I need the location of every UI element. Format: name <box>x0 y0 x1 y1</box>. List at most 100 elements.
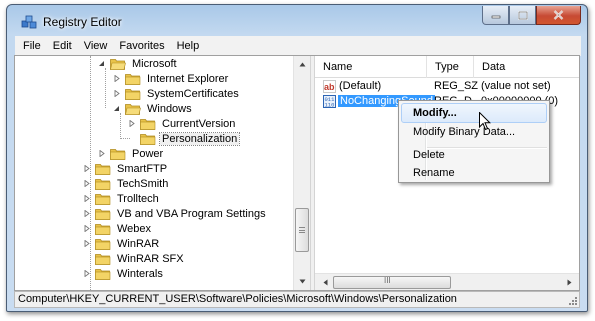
tree-node-label: SmartFTP <box>117 162 168 175</box>
scroll-left-arrow-icon <box>323 279 327 286</box>
folder-icon <box>95 163 111 175</box>
minimize-button[interactable] <box>482 6 509 25</box>
column-header-data[interactable]: Data <box>474 56 579 78</box>
tree-node-personalization[interactable]: Personalization <box>140 131 241 146</box>
tree-node-label: Windows <box>147 102 192 115</box>
menu-item-modify-binary-data[interactable]: Modify Binary Data... <box>401 122 547 142</box>
menu-help[interactable]: Help <box>171 36 206 56</box>
tree-node-systemcertificates[interactable]: SystemCertificates <box>112 86 241 101</box>
collapsed-arrow-icon[interactable] <box>82 194 91 203</box>
tree-guide-line <box>105 68 106 108</box>
registry-tree[interactable]: Microsoft Internet Explorer SystemCertif… <box>15 56 310 290</box>
tree-node-microsoft[interactable]: Microsoft <box>97 56 179 71</box>
tree-node-winrar-sfx[interactable]: WinRAR SFX <box>95 251 186 266</box>
title-bar[interactable]: Registry Editor <box>7 5 587 35</box>
menu-item-rename[interactable]: Rename <box>401 163 547 183</box>
scroll-thumb[interactable] <box>295 208 309 252</box>
tree-node-techsmith[interactable]: TechSmith <box>82 176 170 191</box>
collapsed-arrow-icon[interactable] <box>127 119 136 128</box>
mouse-cursor-icon <box>479 112 491 131</box>
folder-icon <box>125 73 141 85</box>
window-title: Registry Editor <box>43 15 122 29</box>
tree-node-label: Power <box>132 147 164 160</box>
svg-text:ab: ab <box>324 82 335 92</box>
folder-icon <box>95 223 111 235</box>
collapsed-arrow-icon[interactable] <box>82 224 91 233</box>
tree-node-label: WinRAR <box>117 237 160 250</box>
folder-icon <box>95 193 111 205</box>
collapsed-arrow-icon[interactable] <box>97 149 106 158</box>
scroll-right-button[interactable] <box>561 274 577 290</box>
collapsed-arrow-icon[interactable] <box>82 269 91 278</box>
column-header-name[interactable]: Name <box>315 56 427 78</box>
folder-icon <box>95 253 111 265</box>
tree-node-internet-explorer[interactable]: Internet Explorer <box>112 71 230 86</box>
folder-open-icon <box>125 103 141 115</box>
tree-node-label: VB and VBA Program Settings <box>117 207 266 220</box>
tree-node-webex[interactable]: Webex <box>82 221 153 236</box>
tree-node-label-selected: Personalization <box>158 131 241 146</box>
registry-editor-icon[interactable] <box>21 14 37 30</box>
tree-node-label: Winterals <box>117 267 163 280</box>
list-row-default[interactable]: ab (Default) REG_SZ (value not set) <box>315 79 579 94</box>
scroll-down-arrow-icon <box>299 279 305 284</box>
menu-edit[interactable]: Edit <box>47 36 78 56</box>
menu-item-modify[interactable]: Modify... <box>401 103 547 123</box>
folder-icon <box>95 238 111 250</box>
tree-node-label: Internet Explorer <box>147 72 229 85</box>
tree-node-label: WinRAR SFX <box>117 252 184 265</box>
svg-text:110: 110 <box>325 102 335 109</box>
scroll-up-button[interactable] <box>294 56 310 73</box>
tree-node-currentversion[interactable]: CurrentVersion <box>127 116 237 131</box>
tree-node-power[interactable]: Power <box>97 146 165 161</box>
tree-node-label: CurrentVersion <box>162 117 236 130</box>
tree-vertical-scrollbar[interactable] <box>293 56 310 290</box>
collapsed-arrow-icon[interactable] <box>112 74 121 83</box>
tree-node-vb-and-vba[interactable]: VB and VBA Program Settings <box>82 206 268 221</box>
tree-node-smartftp[interactable]: SmartFTP <box>82 161 169 176</box>
menu-view[interactable]: View <box>78 36 114 56</box>
value-type: REG_SZ <box>434 80 479 92</box>
expanded-arrow-icon[interactable] <box>112 104 121 113</box>
folder-icon <box>95 208 111 220</box>
tree-node-label: Webex <box>117 222 152 235</box>
tree-guide-line <box>120 113 121 139</box>
tree-node-label: TechSmith <box>117 177 169 190</box>
scroll-left-button[interactable] <box>317 274 333 290</box>
menu-file[interactable]: File <box>17 36 47 56</box>
collapsed-arrow-icon[interactable] <box>82 209 91 218</box>
tree-node-windows[interactable]: Windows <box>112 101 194 116</box>
collapsed-arrow-icon[interactable] <box>82 239 91 248</box>
folder-icon <box>110 148 126 160</box>
scroll-up-arrow-icon <box>299 62 305 67</box>
tree-guide-line <box>120 138 130 139</box>
tree-node-label: Microsoft <box>132 57 177 70</box>
list-horizontal-scrollbar[interactable]: III <box>315 273 579 290</box>
menu-item-delete[interactable]: Delete <box>401 145 547 165</box>
collapsed-arrow-icon[interactable] <box>112 89 121 98</box>
folder-icon <box>95 178 111 190</box>
minimize-icon <box>491 15 500 19</box>
collapsed-arrow-icon[interactable] <box>82 179 91 188</box>
menu-favorites[interactable]: Favorites <box>113 36 170 56</box>
tree-node-winterals[interactable]: Winterals <box>82 266 165 281</box>
maximize-button[interactable] <box>509 6 536 25</box>
scroll-thumb[interactable]: III <box>333 276 451 289</box>
scroll-down-button[interactable] <box>294 273 310 290</box>
list-header: Name Type Data <box>315 56 579 78</box>
column-header-type[interactable]: Type <box>427 56 474 78</box>
tree-node-label: Trolltech <box>117 192 159 205</box>
expanded-arrow-icon[interactable] <box>97 59 106 68</box>
menu-bar: File Edit View Favorites Help <box>15 36 581 56</box>
collapsed-arrow-icon[interactable] <box>82 164 91 173</box>
resize-grip-icon[interactable] <box>568 296 578 306</box>
status-path: Computer\HKEY_CURRENT_USER\Software\Poli… <box>18 293 457 305</box>
folder-open-icon <box>110 58 126 70</box>
tree-node-trolltech[interactable]: Trolltech <box>82 191 161 206</box>
scroll-right-arrow-icon <box>567 279 571 286</box>
folder-icon <box>125 88 141 100</box>
folder-icon <box>140 118 156 130</box>
tree-node-winrar[interactable]: WinRAR <box>82 236 161 251</box>
tree-node-label: SystemCertificates <box>147 87 239 100</box>
close-button[interactable] <box>536 6 581 25</box>
